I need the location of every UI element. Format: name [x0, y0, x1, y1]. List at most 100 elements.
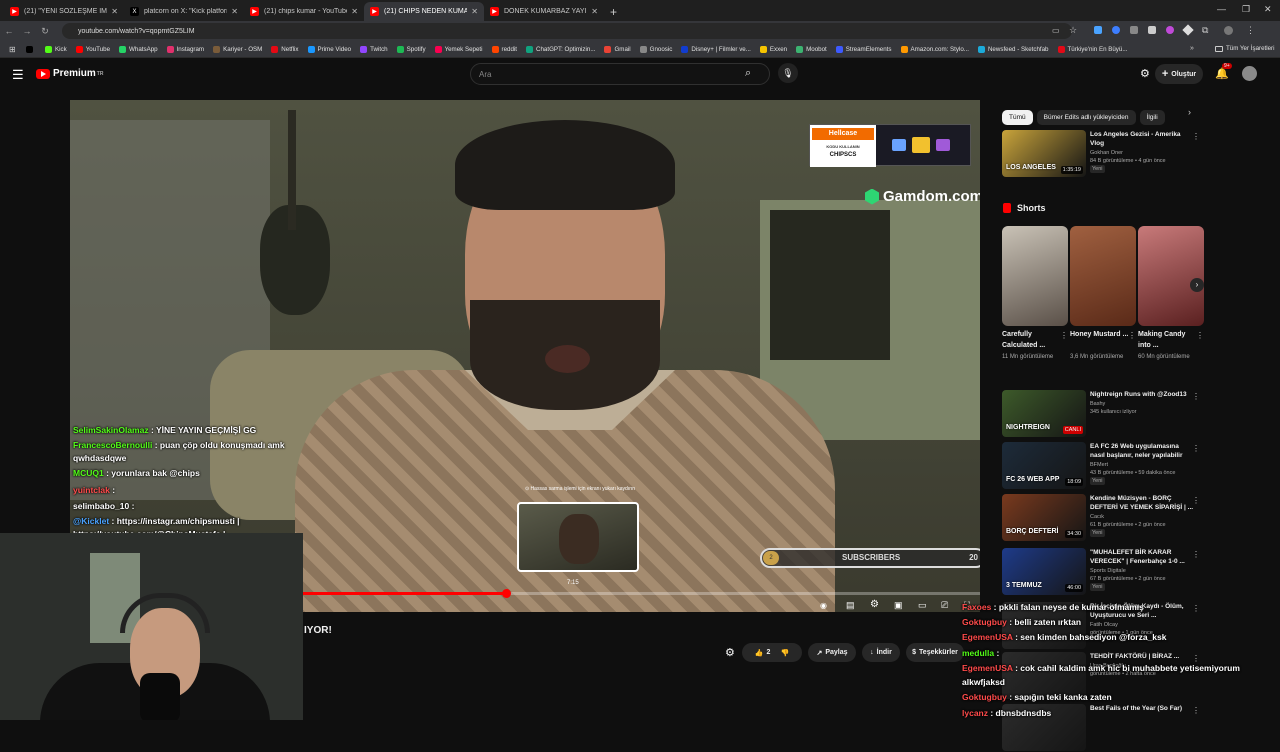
filter-chip[interactable]: Tümü — [1002, 110, 1033, 125]
video-thumbnail[interactable]: FC 26 WEB APP 18:09 — [1002, 442, 1086, 489]
browser-tab[interactable]: ▶ (21) "YENİ SÖZLEŞME İMZALAN✕ — [4, 2, 124, 21]
share-button[interactable]: ↗ Paylaş — [808, 643, 856, 662]
autoplay-toggle-icon[interactable]: ◉ — [820, 601, 827, 610]
short-thumbnail[interactable] — [1138, 226, 1204, 326]
browser-tab[interactable]: Xplatcorn on X: "Kick platformun ✕ — [124, 2, 244, 21]
chevron-right-icon[interactable]: › — [1188, 107, 1191, 117]
extension-icon[interactable] — [1112, 26, 1120, 34]
bookmark-item[interactable]: Yemek Sepeti — [434, 45, 483, 53]
extension-icon[interactable] — [1130, 26, 1138, 34]
apps-grid-icon[interactable]: ⊞ — [9, 45, 16, 54]
bookmark-item[interactable]: reddit — [491, 45, 517, 53]
extensions-puzzle-icon[interactable]: ⧉ — [1202, 25, 1208, 36]
more-options-icon[interactable]: ⋮ — [1060, 331, 1068, 340]
channel-name[interactable]: Bashy — [1090, 400, 1105, 408]
maximize-icon[interactable]: ❐ — [1242, 4, 1250, 15]
video-thumbnail[interactable]: BORÇ DEFTERİ 34:30 — [1002, 494, 1086, 541]
video-thumbnail[interactable]: 3 TEMMUZ 46:00 — [1002, 548, 1086, 595]
browser-tab[interactable]: ▶ DÖNEK KUMARBAZ YAYINCI - ✕ — [484, 2, 604, 21]
progress-track[interactable] — [303, 589, 980, 598]
thumbs-down-icon[interactable]: 👎 — [780, 649, 789, 657]
back-icon[interactable]: ← — [0, 26, 18, 36]
filter-chip[interactable]: Bümer Edits adlı yükleyiciden — [1036, 110, 1136, 125]
create-button[interactable]: + Oluştur — [1155, 64, 1203, 84]
close-window-icon[interactable]: ✕ — [1264, 4, 1272, 15]
close-tab-icon[interactable]: ✕ — [351, 7, 358, 16]
miniplayer-icon[interactable]: ▣ — [894, 600, 903, 611]
bookmark-item[interactable]: Türkiye'nin En Büyü... — [1057, 45, 1128, 53]
more-options-icon[interactable]: ⋮ — [1192, 706, 1200, 715]
profile-avatar[interactable] — [1224, 26, 1233, 35]
thanks-button[interactable]: $ Teşekkürler — [906, 643, 964, 662]
gear-icon[interactable]: ⚙ — [1140, 67, 1150, 80]
new-tab-icon[interactable]: + — [610, 2, 617, 21]
more-options-icon[interactable]: ⋮ — [1192, 444, 1200, 453]
bookmark-item[interactable] — [26, 45, 36, 53]
related-title[interactable]: "MUHALEFET BİR KARAR VERECEK" | Fenerbah… — [1090, 548, 1195, 566]
bookmark-item[interactable]: Moobot — [796, 45, 827, 53]
bookmark-item[interactable]: Kariyer - OSM — [213, 45, 262, 53]
short-title[interactable]: Carefully Calculated ... — [1002, 329, 1062, 351]
related-title[interactable]: EA FC 26 Web uygulamasına nasıl başlanır… — [1090, 442, 1195, 460]
channel-name[interactable]: BFMert — [1090, 461, 1108, 469]
related-video[interactable]: 3 TEMMUZ 46:00 "MUHALEFET BİR KARAR VERECE… — [1002, 548, 1202, 596]
bookmark-item[interactable]: YouTube — [75, 45, 110, 53]
video-thumbnail[interactable]: NIGHTREIGN CANLI — [1002, 390, 1086, 437]
bookmark-item[interactable]: StreamElements — [835, 45, 892, 53]
cast-icon[interactable]: ▭ — [1052, 26, 1060, 35]
voice-search-icon[interactable]: 🎙 — [778, 63, 798, 83]
browser-menu-icon[interactable]: ⋮ — [1246, 25, 1255, 36]
short-title[interactable]: Making Candy into ... — [1138, 329, 1198, 351]
related-title[interactable]: Los Angeles Gezisi - Amerika Vlog — [1090, 130, 1195, 148]
related-video[interactable]: BORÇ DEFTERİ 34:30 Kendine Müzisyen - BORÇ… — [1002, 494, 1202, 542]
extension-icon[interactable] — [1182, 24, 1194, 36]
related-title[interactable]: Kendine Müzisyen - BORÇ DEFTERİ VE YEMEK… — [1090, 494, 1195, 512]
all-bookmarks-button[interactable]: Tüm Yer İşaretleri — [1215, 45, 1275, 52]
channel-name[interactable]: Fatih Olcay — [1090, 621, 1118, 629]
more-options-icon[interactable]: ⋮ — [1128, 331, 1136, 340]
bookmark-item[interactable]: Kick — [45, 45, 67, 53]
video-thumbnail[interactable]: LOS ANGELES 1:35:19 — [1002, 130, 1086, 177]
related-title[interactable]: TEHDİT FAKTÖRÜ | BİRAZ ... — [1090, 652, 1195, 661]
short-thumbnail[interactable] — [1002, 226, 1068, 326]
browser-tab[interactable]: ▶ (21) CHİPS NEDEN KUMAR ✕ — [364, 2, 484, 21]
reload-icon[interactable]: ↻ — [36, 26, 54, 37]
like-dislike-button[interactable]: 👍 2 👎 — [742, 643, 802, 662]
short-thumbnail[interactable] — [1070, 226, 1136, 326]
extension-icon[interactable] — [1148, 26, 1156, 34]
filter-chip[interactable]: İlgili — [1139, 110, 1165, 125]
cast-icon[interactable]: ⎚ — [941, 600, 948, 611]
channel-name[interactable]: Gokhan Oner — [1090, 149, 1123, 157]
hamburger-menu-icon[interactable]: ☰ — [12, 67, 24, 83]
related-video[interactable]: LOS ANGELES 1:35:19 Los Angeles Gezisi - A… — [1002, 130, 1202, 178]
subtitles-icon[interactable]: ▤ — [846, 600, 855, 611]
bookmark-item[interactable]: Twitch — [360, 45, 388, 53]
browser-tab[interactable]: ▶ (21) chips kumar - YouTube ✕ — [244, 2, 364, 21]
bookmark-item[interactable]: WhatsApp — [119, 45, 158, 53]
bookmark-item[interactable]: Exxen — [759, 45, 787, 53]
close-tab-icon[interactable]: ✕ — [591, 7, 598, 16]
bookmark-item[interactable]: Prime Video — [307, 45, 351, 53]
more-options-icon[interactable]: ⋮ — [1192, 604, 1200, 613]
url-field[interactable]: youtube.com/watch?v=qopmtGZ5LIM — [62, 23, 1072, 39]
settings-gear-icon[interactable]: ⚙ — [725, 646, 735, 659]
close-tab-icon[interactable]: ✕ — [231, 7, 238, 16]
bookmark-item[interactable]: ChatGPT: Optimizin... — [526, 45, 595, 53]
bookmark-item[interactable]: Spotify — [396, 45, 426, 53]
related-video[interactable]: FC 26 WEB APP 18:09 EA FC 26 Web uygulamas… — [1002, 442, 1202, 490]
bookmark-item[interactable]: Netflix — [271, 45, 299, 53]
bookmark-item[interactable]: Newsfeed - Sketchfab — [977, 45, 1049, 53]
theater-mode-icon[interactable]: ▭ — [918, 600, 927, 611]
account-avatar[interactable] — [1242, 66, 1257, 81]
more-options-icon[interactable]: ⋮ — [1192, 392, 1200, 401]
more-options-icon[interactable]: ⋮ — [1192, 550, 1200, 559]
youtube-premium-logo[interactable]: Premium TR — [36, 68, 103, 79]
more-options-icon[interactable]: ⋮ — [1192, 496, 1200, 505]
bookmark-star-icon[interactable]: ☆ — [1069, 25, 1077, 36]
more-options-icon[interactable]: ⋮ — [1192, 132, 1200, 141]
forward-icon[interactable]: → — [18, 26, 36, 36]
related-title[interactable]: Best Fails of the Year (So Far) — [1090, 704, 1195, 713]
settings-gear-icon[interactable]: ⚙ — [870, 599, 879, 610]
minimize-icon[interactable]: — — [1217, 4, 1226, 14]
search-icon[interactable]: ⌕ — [745, 67, 751, 80]
